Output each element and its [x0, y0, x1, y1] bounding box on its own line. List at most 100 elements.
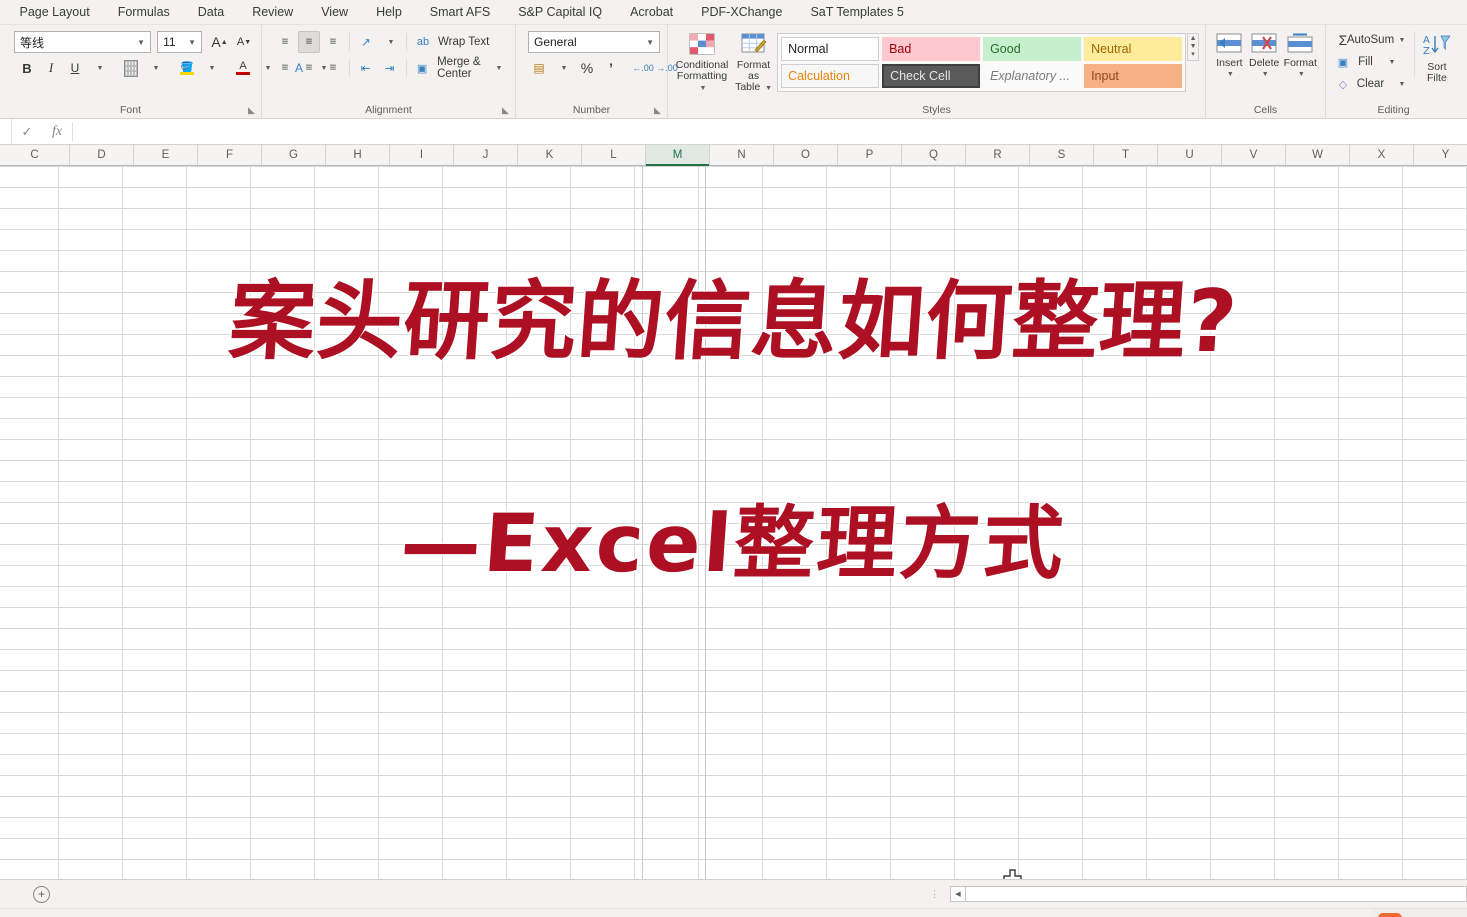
column-header-L[interactable]: L	[582, 145, 646, 165]
tab-acrobat[interactable]: Acrobat	[616, 0, 687, 25]
fill-color-dropdown[interactable]: ▼	[200, 57, 222, 79]
comma-style-button[interactable]: ’	[600, 57, 622, 79]
styles-scroll-more-icon[interactable]: ▾	[1188, 51, 1198, 59]
tab-pdf-xchange[interactable]: PDF-XChange	[687, 0, 796, 25]
column-header-I[interactable]: I	[390, 145, 454, 165]
accounting-format-dropdown[interactable]: ▼	[552, 57, 574, 79]
column-header-T[interactable]: T	[1094, 145, 1158, 165]
worksheet-grid[interactable]: 案头研究的信息如何整理? —Excel整理方式	[0, 166, 1467, 879]
style-input[interactable]: Input	[1084, 64, 1183, 88]
column-header-E[interactable]: E	[134, 145, 198, 165]
formula-input[interactable]	[73, 119, 1467, 144]
align-top-button[interactable]: ≡	[274, 31, 296, 53]
tab-review[interactable]: Review	[238, 0, 307, 25]
column-header-S[interactable]: S	[1030, 145, 1094, 165]
column-header-N[interactable]: N	[710, 145, 774, 165]
conditional-formatting-button[interactable]: Conditional Formatting ▼	[674, 31, 730, 94]
orientation-dropdown[interactable]: ▼	[379, 31, 401, 53]
fill-dropdown[interactable]: ▼	[1380, 51, 1402, 73]
sort-filter-button[interactable]: A Z Sort Filte	[1419, 29, 1455, 95]
align-bottom-button[interactable]: ≡	[322, 31, 344, 53]
decrease-indent-button[interactable]: ⇤	[355, 57, 377, 79]
style-neutral[interactable]: Neutral	[1084, 37, 1183, 61]
align-left-button[interactable]: ≡	[274, 57, 296, 79]
number-format-combo[interactable]: General ▼	[528, 31, 660, 53]
wrap-text-button[interactable]: Wrap Text	[436, 31, 493, 53]
enter-formula-button[interactable]: ✓	[12, 119, 42, 144]
orientation-button[interactable]: ↗	[355, 31, 377, 53]
column-header-W[interactable]: W	[1286, 145, 1350, 165]
font-name-combo[interactable]: 等线 ▼	[14, 31, 152, 53]
font-color-button[interactable]: A	[232, 57, 254, 79]
column-header-Q[interactable]: Q	[902, 145, 966, 165]
style-normal[interactable]: Normal	[781, 37, 880, 61]
format-as-table-button[interactable]: Format as Table ▼	[730, 31, 777, 94]
font-dialog-launcher-icon[interactable]: ◣	[248, 106, 257, 115]
merge-center-dropdown[interactable]: ▼	[487, 57, 509, 79]
tab-smart-afs[interactable]: Smart AFS	[416, 0, 504, 25]
column-header-U[interactable]: U	[1158, 145, 1222, 165]
tab-page-layout[interactable]: Page Layout	[5, 0, 103, 25]
styles-scroll-up-icon[interactable]: ▲	[1188, 35, 1198, 43]
clear-button[interactable]: Clear	[1356, 73, 1388, 95]
align-center-button[interactable]: ≡	[298, 57, 320, 79]
merge-center-button[interactable]: Merge & Center	[435, 56, 485, 80]
tab-formulas[interactable]: Formulas	[104, 0, 184, 25]
percent-style-button[interactable]: %	[576, 57, 598, 79]
styles-scroll-down-icon[interactable]: ▼	[1188, 43, 1198, 51]
chevron-down-icon[interactable]: ▼	[1298, 69, 1305, 80]
tab-data[interactable]: Data	[184, 0, 238, 25]
tab-sat-templates-5[interactable]: SaT Templates 5	[796, 0, 917, 25]
shrink-font-button[interactable]: A ▼	[233, 31, 255, 53]
number-dialog-launcher-icon[interactable]: ◣	[654, 106, 663, 115]
autosum-dropdown[interactable]: ▼	[1390, 29, 1412, 51]
style-good[interactable]: Good	[983, 37, 1082, 61]
column-header-M[interactable]: M	[646, 145, 710, 166]
column-header-O[interactable]: O	[774, 145, 838, 165]
horizontal-scrollbar[interactable]	[966, 886, 1467, 902]
name-box[interactable]	[0, 119, 12, 144]
column-header-F[interactable]: F	[198, 145, 262, 165]
fill-button[interactable]: Fill	[1356, 51, 1378, 73]
borders-button[interactable]	[120, 57, 142, 79]
grow-font-button[interactable]: A ▲	[208, 31, 231, 53]
increase-decimal-button[interactable]: ←.00	[632, 57, 654, 79]
tab-sp-capital-iq[interactable]: S&P Capital IQ	[504, 0, 616, 25]
format-cells-button[interactable]: Format ▼	[1282, 31, 1319, 80]
column-header-R[interactable]: R	[966, 145, 1030, 165]
chevron-down-icon[interactable]: ▼	[1262, 69, 1269, 80]
underline-dropdown[interactable]: ▼	[88, 57, 110, 79]
sogou-ime-logo-icon[interactable]: S	[1378, 913, 1403, 917]
fill-color-button[interactable]: 🪣	[176, 57, 198, 79]
insert-cells-button[interactable]: Insert ▼	[1212, 31, 1247, 80]
scroll-left-button[interactable]: ◀	[950, 886, 966, 902]
insert-function-icon[interactable]: fx	[42, 119, 72, 144]
column-header-K[interactable]: K	[518, 145, 582, 165]
autosum-button[interactable]: AutoSum	[1347, 29, 1394, 51]
font-size-combo[interactable]: 11 ▼	[157, 31, 202, 53]
align-middle-button[interactable]: ≡	[298, 31, 320, 53]
column-header-V[interactable]: V	[1222, 145, 1286, 165]
delete-cells-button[interactable]: Delete ▼	[1247, 31, 1282, 80]
styles-gallery-scrollbar[interactable]: ▲ ▼ ▾	[1187, 33, 1199, 61]
column-header-G[interactable]: G	[262, 145, 326, 165]
column-header-P[interactable]: P	[838, 145, 902, 165]
alignment-dialog-launcher-icon[interactable]: ◣	[502, 106, 511, 115]
clear-dropdown[interactable]: ▼	[1390, 73, 1412, 95]
underline-button[interactable]: U	[64, 57, 86, 79]
column-header-C[interactable]: C	[0, 145, 70, 165]
column-header-J[interactable]: J	[454, 145, 518, 165]
borders-dropdown[interactable]: ▼	[144, 57, 166, 79]
increase-indent-button[interactable]: ⇥	[379, 57, 401, 79]
style-calculation[interactable]: Calculation	[781, 64, 880, 88]
bold-button[interactable]: B	[16, 57, 38, 79]
italic-button[interactable]: I	[40, 57, 62, 79]
tab-view[interactable]: View	[307, 0, 362, 25]
column-header-D[interactable]: D	[70, 145, 134, 165]
chevron-down-icon[interactable]: ▼	[1227, 69, 1234, 80]
column-header-Y[interactable]: Y	[1414, 145, 1467, 165]
align-right-button[interactable]: ≡	[322, 57, 344, 79]
scroll-grip-icon[interactable]: ⋮	[930, 889, 940, 900]
add-sheet-button[interactable]: +	[33, 885, 50, 903]
column-header-H[interactable]: H	[326, 145, 390, 165]
